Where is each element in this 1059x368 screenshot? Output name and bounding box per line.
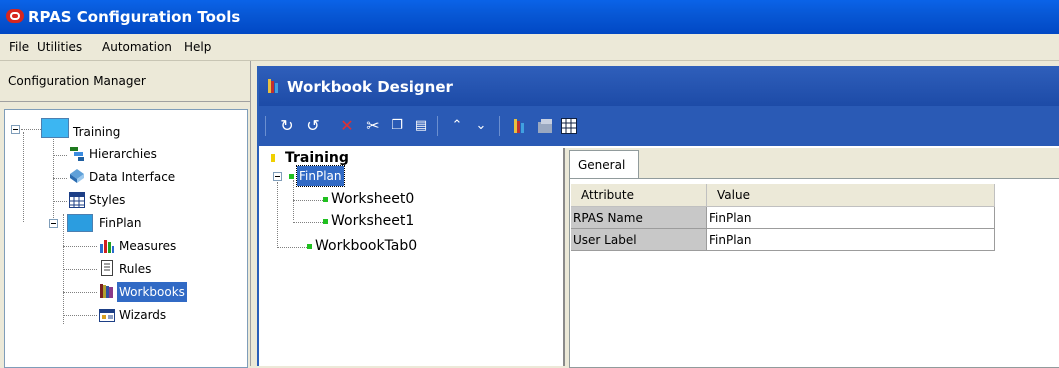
- tree-item-rules[interactable]: Rules: [119, 259, 151, 279]
- tree-item-training[interactable]: Training: [73, 122, 120, 142]
- styles-grid-icon: [69, 192, 85, 208]
- tree-item-workbooktab0[interactable]: WorkbookTab0: [315, 236, 417, 256]
- delete-icon[interactable]: ✕: [337, 116, 357, 136]
- expand-finplan-toggle[interactable]: [273, 172, 282, 181]
- designer-toolbar: ↻ ↺ ✕ ✂ ❐ ▤ ⌃ ⌄: [259, 106, 1059, 146]
- tab-general[interactable]: General: [569, 150, 639, 179]
- paste-icon[interactable]: ▤: [411, 116, 431, 136]
- refresh-icon[interactable]: ↺: [303, 116, 323, 136]
- menu-utilities[interactable]: Utilities: [37, 40, 82, 54]
- table-row-attribute: User Label: [571, 229, 707, 251]
- workbook-designer-title: Workbook Designer: [287, 78, 453, 96]
- measures-chart-icon: [100, 240, 114, 253]
- configuration-manager-header: Configuration Manager: [0, 61, 250, 102]
- root-marker-icon: [271, 154, 275, 162]
- tab-general-label: General: [578, 158, 626, 172]
- tree-item-wizards[interactable]: Wizards: [119, 305, 166, 325]
- window-title: RPAS Configuration Tools: [28, 8, 241, 26]
- folder-icon: [41, 118, 69, 138]
- menu-help[interactable]: Help: [184, 40, 211, 54]
- move-down-icon[interactable]: ⌄: [471, 116, 491, 136]
- tree-item-hierarchies[interactable]: Hierarchies: [89, 144, 157, 164]
- configuration-manager-title: Configuration Manager: [8, 74, 146, 88]
- configuration-manager-panel: Configuration Manager Training Hierarchi…: [0, 61, 251, 368]
- tree-item-finplan[interactable]: FinPlan: [296, 165, 345, 187]
- folder-icon: [67, 214, 93, 232]
- cut-icon[interactable]: ✂: [363, 116, 383, 136]
- workbook-designer-icon: [268, 79, 278, 93]
- move-up-icon[interactable]: ⌃: [447, 116, 467, 136]
- configuration-tree[interactable]: Training Hierarchies Data Interface Styl…: [4, 109, 248, 368]
- tree-item-worksheet1[interactable]: Worksheet1: [331, 211, 414, 231]
- oracle-logo-icon: [6, 9, 24, 23]
- tree-item-workbooks[interactable]: Workbooks: [117, 282, 187, 302]
- workbooks-icon: [100, 284, 113, 298]
- workbook-icon[interactable]: [511, 116, 531, 136]
- tree-item-measures[interactable]: Measures: [119, 236, 176, 256]
- wizards-icon: [99, 309, 115, 322]
- tree-item-styles[interactable]: Styles: [89, 190, 125, 210]
- table-row-attribute: RPAS Name: [571, 207, 707, 229]
- hierarchy-icon: [70, 147, 84, 161]
- worksheet-icon[interactable]: [535, 116, 555, 136]
- copy-icon[interactable]: ❐: [387, 116, 407, 136]
- tree-item-finplan[interactable]: FinPlan: [99, 213, 142, 233]
- rules-document-icon: [101, 260, 113, 276]
- column-header-attribute[interactable]: Attribute: [571, 184, 707, 207]
- toolbar-separator: [265, 116, 266, 136]
- tree-item-worksheet0[interactable]: Worksheet0: [331, 189, 414, 209]
- workbook-designer-header: Workbook Designer: [259, 66, 1059, 106]
- workbook-designer-panel: Workbook Designer ↻ ↺ ✕ ✂ ❐ ▤ ⌃ ⌄ Traini…: [257, 66, 1059, 368]
- tree-item-data-interface[interactable]: Data Interface: [89, 167, 175, 187]
- menu-automation[interactable]: Automation: [102, 40, 172, 54]
- toolbar-separator: [499, 116, 500, 136]
- rpas-name-value-field[interactable]: FinPlan: [707, 207, 995, 229]
- expand-finplan-toggle[interactable]: [49, 219, 58, 228]
- template-marker-icon: [289, 174, 294, 179]
- redo-icon[interactable]: ↻: [277, 116, 297, 136]
- workbook-structure-tree[interactable]: Training FinPlan Worksheet0 Worksheet1 W…: [261, 148, 565, 366]
- toolbar-separator: [437, 116, 438, 136]
- properties-panel: General Attribute Value RPAS Name FinPla…: [565, 148, 1059, 368]
- title-bar: RPAS Configuration Tools: [0, 0, 1059, 34]
- user-label-value-field[interactable]: FinPlan: [707, 229, 995, 251]
- worksheet-marker-icon: [323, 219, 328, 224]
- tree-item-training[interactable]: Training: [285, 148, 349, 168]
- menu-file[interactable]: File: [9, 40, 29, 54]
- expand-training-toggle[interactable]: [11, 125, 20, 134]
- menu-bar: File Utilities Automation Help: [0, 34, 1059, 61]
- worksheet-marker-icon: [323, 197, 328, 202]
- grid-icon[interactable]: [559, 116, 579, 136]
- tab-marker-icon: [307, 244, 312, 249]
- data-interface-icon: [70, 169, 84, 183]
- column-header-value[interactable]: Value: [707, 184, 995, 207]
